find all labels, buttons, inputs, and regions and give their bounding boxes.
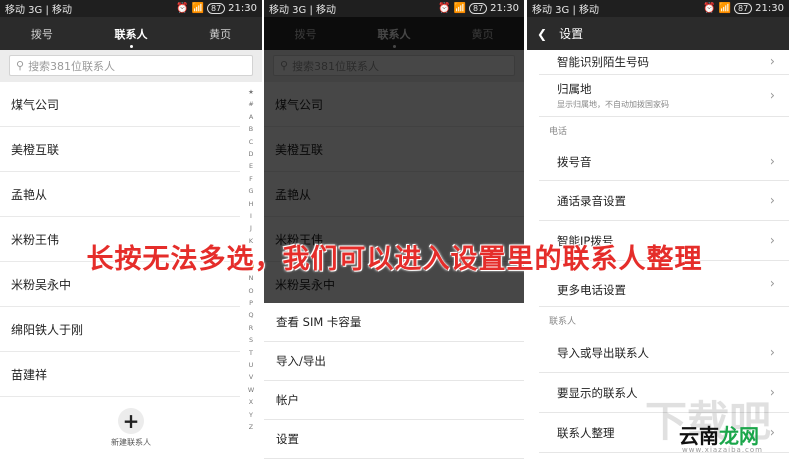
alphabet-letter[interactable]: R	[249, 322, 253, 334]
contacts-menu-screen: 移动 3G | 移动 ⏰ 📶 87 21:30 拨号 联系人 黄页 ⚲ 搜索38…	[264, 0, 524, 460]
settings-row-title: 更多电话设置	[557, 283, 626, 297]
settings-row-title: 智能识别陌生号码	[557, 55, 649, 69]
settings-row-dial-tone[interactable]: 拨号音 ›	[539, 143, 789, 181]
new-contact-label: 新建联系人	[111, 438, 151, 447]
carrier-text: 移动 3G | 移动	[269, 5, 337, 16]
watermark-brand-a: 云南	[679, 424, 719, 448]
watermark-brand-b: 龙网	[719, 424, 759, 448]
battery-icon: 87	[206, 3, 226, 14]
alphabet-letter[interactable]: X	[249, 396, 253, 408]
tab-contacts[interactable]: 联系人	[108, 26, 153, 48]
alphabet-letter[interactable]: C	[249, 136, 253, 148]
options-menu: 查看 SIM 卡容量 导入/导出 帐户 设置	[264, 303, 524, 459]
alphabet-letter[interactable]: T	[249, 347, 253, 359]
alphabet-letter[interactable]: W	[248, 384, 254, 396]
tab-yellow-pages[interactable]: 黄页	[203, 26, 237, 42]
alphabet-letter[interactable]: U	[249, 359, 254, 371]
section-header-phone: 电话	[549, 126, 568, 137]
search-icon: ⚲	[16, 59, 25, 72]
settings-row-smart-id[interactable]: 智能识别陌生号码 ›	[539, 50, 789, 75]
alphabet-letter[interactable]: S	[249, 334, 253, 346]
search-input[interactable]: ⚲ 搜索381位联系人	[9, 55, 253, 76]
plus-icon: +	[118, 408, 144, 434]
alphabet-letter[interactable]: ★	[248, 86, 254, 98]
alphabet-letter[interactable]: B	[249, 123, 253, 135]
carrier-text: 移动 3G | 移动	[532, 5, 600, 16]
settings-row-call-recording[interactable]: 通话录音设置 ›	[539, 181, 789, 221]
alphabet-letter[interactable]: Q	[248, 309, 253, 321]
alphabet-letter[interactable]: D	[249, 148, 254, 160]
clock-text: 21:30	[755, 3, 784, 14]
settings-row-location[interactable]: 归属地 显示归属地，不自动加拨国家码 ›	[539, 75, 789, 117]
contacts-screen: 移动 3G | 移动 ⏰ 📶 87 21:30 拨号 联系人 黄页 ⚲ 搜索38…	[0, 0, 262, 460]
new-contact-button[interactable]: + 新建联系人	[0, 408, 262, 448]
wifi-icon: 📶	[453, 3, 466, 14]
settings-row-subtitle: 显示归属地，不自动加拨国家码	[557, 100, 669, 109]
battery-icon: 87	[733, 3, 753, 14]
tab-dial[interactable]: 拨号	[25, 26, 59, 42]
alphabet-letter[interactable]: G	[249, 185, 254, 197]
settings-row-import-export[interactable]: 导入或导出联系人 ›	[539, 333, 789, 373]
alphabet-letter[interactable]: F	[249, 173, 253, 185]
status-bar: 移动 3G | 移动 ⏰ 📶 87 21:30	[0, 0, 262, 17]
wifi-icon: 📶	[191, 3, 204, 14]
section-header-contacts: 联系人	[549, 316, 577, 327]
menu-item-sim-capacity[interactable]: 查看 SIM 卡容量	[264, 303, 524, 342]
chevron-right-icon: ›	[769, 345, 775, 360]
settings-row-title: 拨号音	[557, 154, 592, 169]
caption-overlay: 长按无法多选，我们可以进入设置里的联系人整理	[86, 243, 703, 275]
battery-icon: 87	[468, 3, 488, 14]
alphabet-letter[interactable]: A	[249, 111, 253, 123]
alphabet-letter[interactable]: H	[249, 198, 254, 210]
wifi-icon: 📶	[718, 3, 731, 14]
alphabet-letter[interactable]: I	[250, 210, 252, 222]
chevron-right-icon: ›	[769, 193, 775, 208]
settings-row-title: 归属地	[557, 82, 592, 96]
settings-header: ❮ 设置	[527, 17, 789, 50]
clock-text: 21:30	[228, 3, 257, 14]
carrier-text: 移动 3G | 移动	[5, 5, 73, 16]
alphabet-letter[interactable]: P	[249, 297, 253, 309]
clock-text: 21:30	[490, 3, 519, 14]
settings-row-title: 通话录音设置	[557, 193, 626, 208]
search-bar: ⚲ 搜索381位联系人	[0, 50, 262, 82]
alphabet-letter[interactable]: J	[250, 222, 252, 234]
page-title: 设置	[559, 27, 584, 41]
alphabet-letter[interactable]: E	[249, 160, 253, 172]
status-bar: 移动 3G | 移动 ⏰ 📶 87 21:30	[527, 0, 789, 17]
alarm-icon: ⏰	[703, 3, 716, 14]
search-placeholder: 搜索381位联系人	[28, 59, 116, 73]
menu-item-settings[interactable]: 设置	[264, 420, 524, 459]
alphabet-letter[interactable]: #	[248, 98, 253, 110]
contact-row[interactable]: 孟艳从	[0, 172, 240, 217]
watermark-url: www.xiazaiba.com	[682, 446, 763, 454]
chevron-right-icon: ›	[769, 276, 775, 291]
chevron-right-icon: ›	[769, 54, 775, 70]
alarm-icon: ⏰	[438, 3, 451, 14]
contact-row[interactable]: 苗建祥	[0, 352, 240, 397]
alphabet-letter[interactable]: O	[248, 285, 253, 297]
menu-item-accounts[interactable]: 帐户	[264, 381, 524, 420]
menu-item-import-export[interactable]: 导入/导出	[264, 342, 524, 381]
contact-row[interactable]: 绵阳铁人于刚	[0, 307, 240, 352]
status-bar: 移动 3G | 移动 ⏰ 📶 87 21:30	[264, 0, 524, 17]
chevron-right-icon: ›	[769, 88, 775, 103]
alarm-icon: ⏰	[176, 3, 189, 14]
back-icon[interactable]: ❮	[537, 27, 547, 41]
contact-row[interactable]: 美橙互联	[0, 127, 240, 172]
watermark-brand: 云南龙网	[679, 420, 759, 449]
settings-row-title: 导入或导出联系人	[557, 345, 649, 360]
tab-bar: 拨号 联系人 黄页	[0, 17, 262, 50]
chevron-right-icon: ›	[769, 154, 775, 169]
alphabet-letter[interactable]: V	[249, 371, 253, 383]
contact-row[interactable]: 煤气公司	[0, 82, 240, 127]
